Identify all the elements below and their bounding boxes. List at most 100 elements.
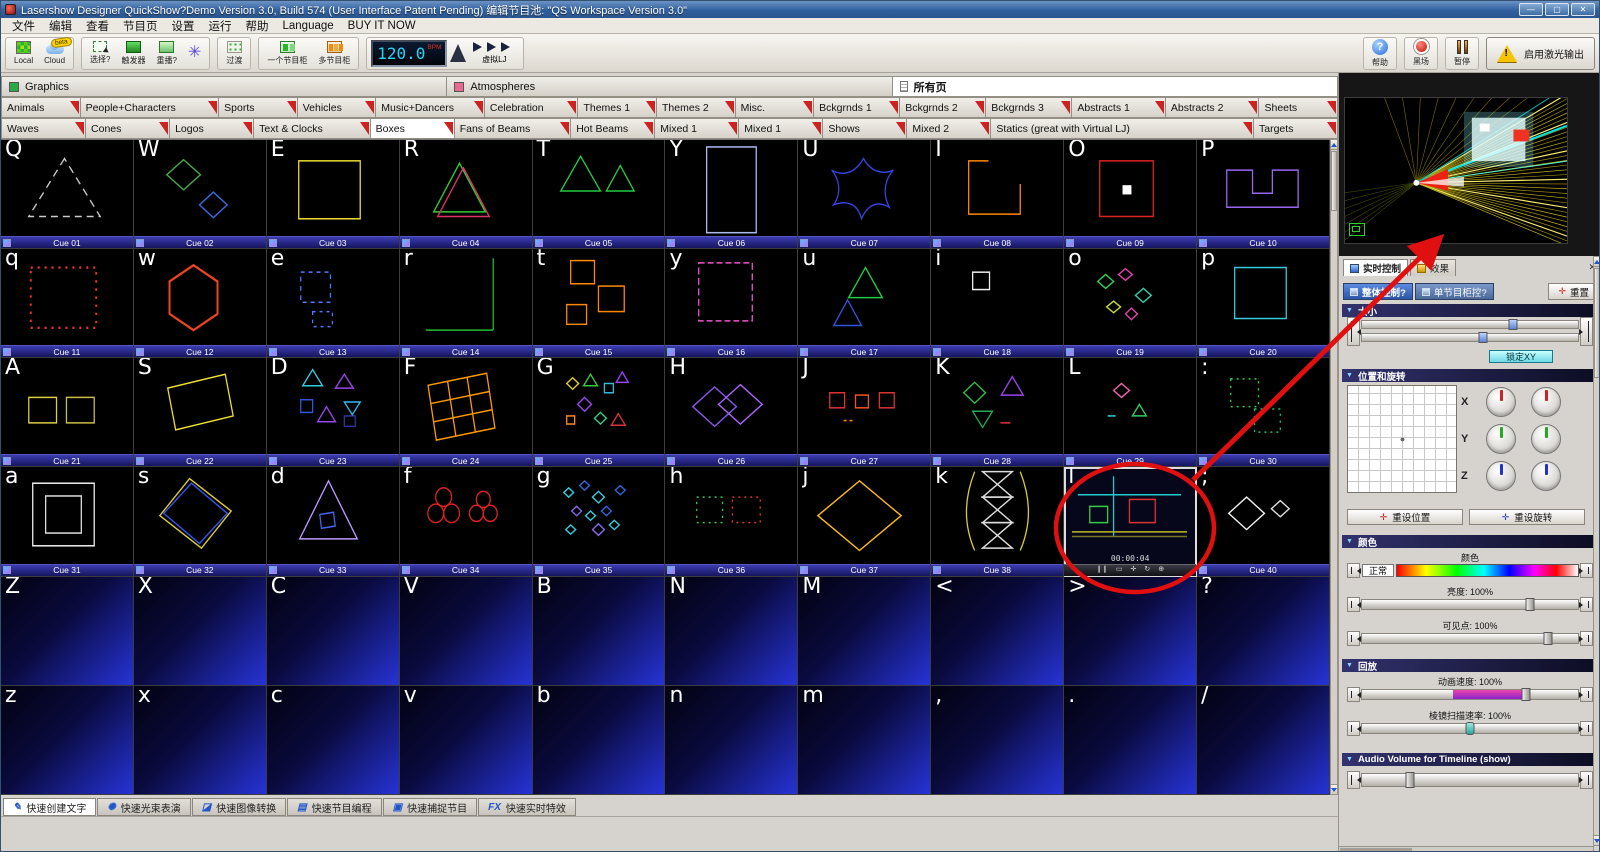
cue-cell[interactable]: l00:00:04❙❙▭✛↻⊕ [1064, 467, 1197, 576]
menu-item[interactable]: 节目页 [116, 18, 165, 34]
category-tab[interactable]: Bckgrnds 1 [814, 97, 900, 118]
transition-button[interactable]: 过渡 [222, 39, 246, 68]
menu-item[interactable]: 查看 [79, 18, 116, 34]
empty-cue-cell[interactable]: N [665, 577, 798, 686]
minimize-icon[interactable]: — [1519, 3, 1543, 16]
cue-cell[interactable]: UCue 07 [798, 140, 931, 249]
category-tab[interactable]: Animals [1, 97, 81, 118]
virtual-lj-button[interactable]: 虚拟LJ [469, 39, 519, 68]
metronome-icon[interactable] [450, 44, 466, 62]
color-mode-box[interactable]: 正常 [1362, 564, 1394, 577]
cue-cell[interactable]: iCue 18 [931, 249, 1064, 358]
scroll-up-icon[interactable] [1594, 257, 1600, 267]
bpm-display[interactable]: 120.0 BPM [371, 40, 447, 67]
bottom-tab[interactable]: ▣快速捕捉节目 [383, 798, 477, 816]
cue-cell[interactable]: JCue 27 [798, 358, 931, 467]
brightness-slider[interactable] [1347, 597, 1593, 612]
cue-cell[interactable]: ACue 21 [1, 358, 134, 467]
panel-h-scrollbar[interactable] [1338, 846, 1594, 852]
cue-cell[interactable]: KCue 28 [931, 358, 1064, 467]
slider-min-icon[interactable] [1347, 771, 1360, 789]
menu-item[interactable]: 编辑 [42, 18, 79, 34]
workspace-tab[interactable]: Graphics [1, 76, 446, 97]
title-bar[interactable]: Lasershow Designer QuickShow?Demo Versio… [1, 1, 1599, 18]
cue-cell[interactable]: hCue 36 [665, 467, 798, 576]
category-tab[interactable]: Abstracts 2 [1166, 97, 1260, 118]
cue-cell[interactable]: YCue 06 [665, 140, 798, 249]
cue-cell[interactable]: kCue 38 [931, 467, 1064, 576]
reset-rotation-button[interactable]: ✛ 重设旋转 [1469, 509, 1585, 525]
blackout-button[interactable]: 黑场 [1409, 39, 1433, 68]
frame-icon[interactable]: ▭ [1116, 565, 1123, 575]
menu-item[interactable]: BUY IT NOW [341, 20, 423, 32]
tab-master-control[interactable]: 整体控制? [1343, 283, 1413, 300]
section-size-header[interactable]: ▼ 大小 [1342, 304, 1598, 317]
cue-cell[interactable]: ICue 08 [931, 140, 1064, 249]
empty-cue-cell[interactable]: Z [1, 577, 134, 686]
trigger-button[interactable]: 触发器 [117, 39, 149, 68]
position-pad[interactable] [1347, 385, 1457, 493]
grid-scrollbar-thumb[interactable] [1331, 151, 1337, 211]
select-tool-button[interactable]: 选择? [86, 39, 114, 68]
cue-cell[interactable]: TCue 05 [533, 140, 666, 249]
slider-max-icon[interactable] [1580, 631, 1593, 646]
cue-cell[interactable]: gCue 35 [533, 467, 666, 576]
cloud-button[interactable]: beta Cloud [40, 39, 69, 68]
pause-all-button[interactable]: 暂停 [1450, 39, 1474, 68]
cue-cell[interactable]: WCue 02 [134, 140, 267, 249]
category-tab[interactable]: Hot Beams [571, 118, 655, 139]
section-playback-header[interactable]: ▼ 回放 [1342, 659, 1598, 672]
category-tab[interactable]: Shows [823, 118, 907, 139]
menu-item[interactable]: 运行 [202, 18, 239, 34]
cue-cell[interactable]: yCue 16 [665, 249, 798, 358]
animation-speed-slider[interactable] [1347, 687, 1593, 702]
category-tab[interactable]: Logos [170, 118, 254, 139]
empty-cue-cell[interactable]: ? [1197, 577, 1330, 686]
category-tab[interactable]: Mixed 1 [739, 118, 823, 139]
cue-cell[interactable]: RCue 04 [400, 140, 533, 249]
effect-flower-button[interactable]: ✳ [184, 39, 205, 68]
section-audio-header[interactable]: ▼ Audio Volume for Timeline (show) [1342, 753, 1598, 766]
slider-max-icon[interactable] [1580, 317, 1593, 346]
slider-max-icon[interactable] [1580, 721, 1593, 736]
enable-laser-output-button[interactable]: ! 启用激光输出 [1486, 37, 1595, 70]
slider-min-icon[interactable] [1347, 631, 1360, 646]
x-knob-2[interactable] [1531, 387, 1561, 417]
preview-zone-icon[interactable] [1349, 223, 1365, 236]
audio-volume-slider[interactable] [1347, 771, 1593, 789]
panel-scrollbar-thumb[interactable] [1594, 268, 1600, 378]
cue-cell[interactable]: LCue 29 [1064, 358, 1197, 467]
slider-min-icon[interactable] [1347, 317, 1360, 346]
empty-cue-cell[interactable]: C [267, 577, 400, 686]
reset-position-button[interactable]: ✛ 重设位置 [1347, 509, 1463, 525]
single-cue-button[interactable]: 一个节目柜 [263, 39, 311, 68]
empty-cue-cell[interactable]: B [533, 577, 666, 686]
slider-min-icon[interactable] [1347, 597, 1360, 612]
category-tab[interactable]: Sports [219, 97, 298, 118]
visible-points-slider[interactable] [1347, 631, 1593, 646]
color-slider[interactable]: 正常 [1347, 563, 1593, 578]
category-tab[interactable]: Themes 2 [657, 97, 736, 118]
cue-cell[interactable]: fCue 34 [400, 467, 533, 576]
empty-cue-cell[interactable]: c [267, 686, 400, 795]
category-tab[interactable]: Statics (great with Virtual LJ) [991, 118, 1254, 139]
empty-cue-cell[interactable]: V [400, 577, 533, 686]
slider-max-icon[interactable] [1580, 771, 1593, 789]
slider-min-icon[interactable] [1347, 721, 1360, 736]
scroll-down-icon[interactable] [1331, 784, 1337, 794]
x-knob-1[interactable] [1486, 387, 1516, 417]
z-knob-2[interactable] [1531, 461, 1561, 491]
y-knob-1[interactable] [1486, 424, 1516, 454]
color-rainbow-bar[interactable] [1396, 564, 1579, 577]
replay-button[interactable]: 重播? [152, 39, 180, 68]
empty-cue-cell[interactable]: / [1197, 686, 1330, 795]
cue-cell[interactable]: uCue 17 [798, 249, 931, 358]
cue-cell[interactable]: DCue 23 [267, 358, 400, 467]
bottom-tab[interactable]: ✎快速创建文字 [3, 798, 96, 816]
category-tab[interactable]: Text & Clocks [254, 118, 371, 139]
move-icon[interactable]: ✛ [1131, 565, 1137, 575]
cue-cell[interactable]: HCue 26 [665, 358, 798, 467]
empty-cue-cell[interactable]: < [931, 577, 1064, 686]
prism-rate-handle[interactable] [1466, 722, 1475, 735]
empty-cue-cell[interactable]: M [798, 577, 931, 686]
